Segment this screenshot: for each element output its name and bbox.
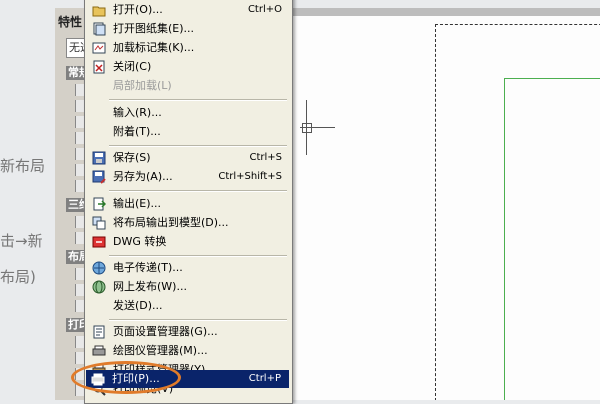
menu-item-send[interactable]: 发送(D)... bbox=[87, 297, 290, 315]
menu-item-open-sheet-set[interactable]: 打开图纸集(E)... bbox=[87, 20, 290, 38]
save-icon bbox=[92, 151, 106, 165]
file-menu: 打开(O)... Ctrl+O 打开图纸集(E)... 加载标记集(K)... … bbox=[84, 0, 293, 404]
menu-separator bbox=[109, 145, 287, 147]
menu-item-plotter-manager[interactable]: 绘图仪管理器(M)... bbox=[87, 342, 290, 360]
menu-item-export[interactable]: 输出(E)... bbox=[87, 195, 290, 213]
properties-title: 特性 bbox=[58, 15, 83, 29]
menu-item-dwg-convert[interactable]: DWG 转换 bbox=[87, 233, 290, 251]
menu-item-etransmit[interactable]: 电子传递(T)... bbox=[87, 259, 290, 277]
background-text-2: 击→新 bbox=[0, 232, 43, 250]
annotation-ring bbox=[71, 361, 181, 394]
menu-item-attach[interactable]: 附着(T)... bbox=[87, 123, 290, 141]
page-setup-icon bbox=[92, 325, 106, 339]
layout-to-model-icon bbox=[92, 216, 106, 230]
save-as-icon bbox=[92, 170, 106, 184]
menu-separator bbox=[109, 190, 287, 192]
publish-web-icon bbox=[92, 280, 106, 294]
menu-item-open[interactable]: 打开(O)... Ctrl+O bbox=[87, 1, 290, 19]
open-folder-icon bbox=[92, 3, 106, 17]
menu-item-page-setup-manager[interactable]: 页面设置管理器(G)... bbox=[87, 323, 290, 341]
menu-item-save[interactable]: 保存(S) Ctrl+S bbox=[87, 149, 290, 167]
markup-set-icon bbox=[92, 41, 106, 55]
dwg-convert-icon bbox=[92, 235, 106, 249]
menu-separator bbox=[109, 319, 287, 321]
canvas-top-bar bbox=[292, 8, 600, 16]
menu-item-save-as[interactable]: 另存为(A)... Ctrl+Shift+S bbox=[87, 168, 290, 186]
plotter-icon bbox=[92, 344, 106, 358]
menu-item-close[interactable]: 关闭(C) bbox=[87, 58, 290, 76]
viewport-outline[interactable] bbox=[504, 78, 600, 400]
menu-item-partial-load: 局部加载(L) bbox=[113, 79, 172, 92]
menu-separator bbox=[109, 255, 287, 257]
menu-item-load-markup-set[interactable]: 加载标记集(K)... bbox=[87, 39, 290, 57]
menu-item-publish-to-web[interactable]: 网上发布(W)... bbox=[87, 278, 290, 296]
background-text-1: 新布局 bbox=[0, 157, 46, 175]
close-doc-icon bbox=[92, 60, 106, 74]
etransmit-icon bbox=[92, 261, 106, 275]
background-text-3: 布局) bbox=[0, 268, 36, 286]
sheet-set-icon bbox=[92, 22, 106, 36]
menu-item-export-layout-to-model[interactable]: 将布局输出到模型(D)... bbox=[87, 214, 290, 232]
crosshair-pickbox bbox=[302, 123, 312, 133]
export-icon bbox=[92, 197, 106, 211]
menu-separator bbox=[109, 99, 287, 101]
drawing-canvas[interactable] bbox=[291, 8, 600, 400]
menu-item-import[interactable]: 输入(R)... bbox=[87, 104, 290, 122]
